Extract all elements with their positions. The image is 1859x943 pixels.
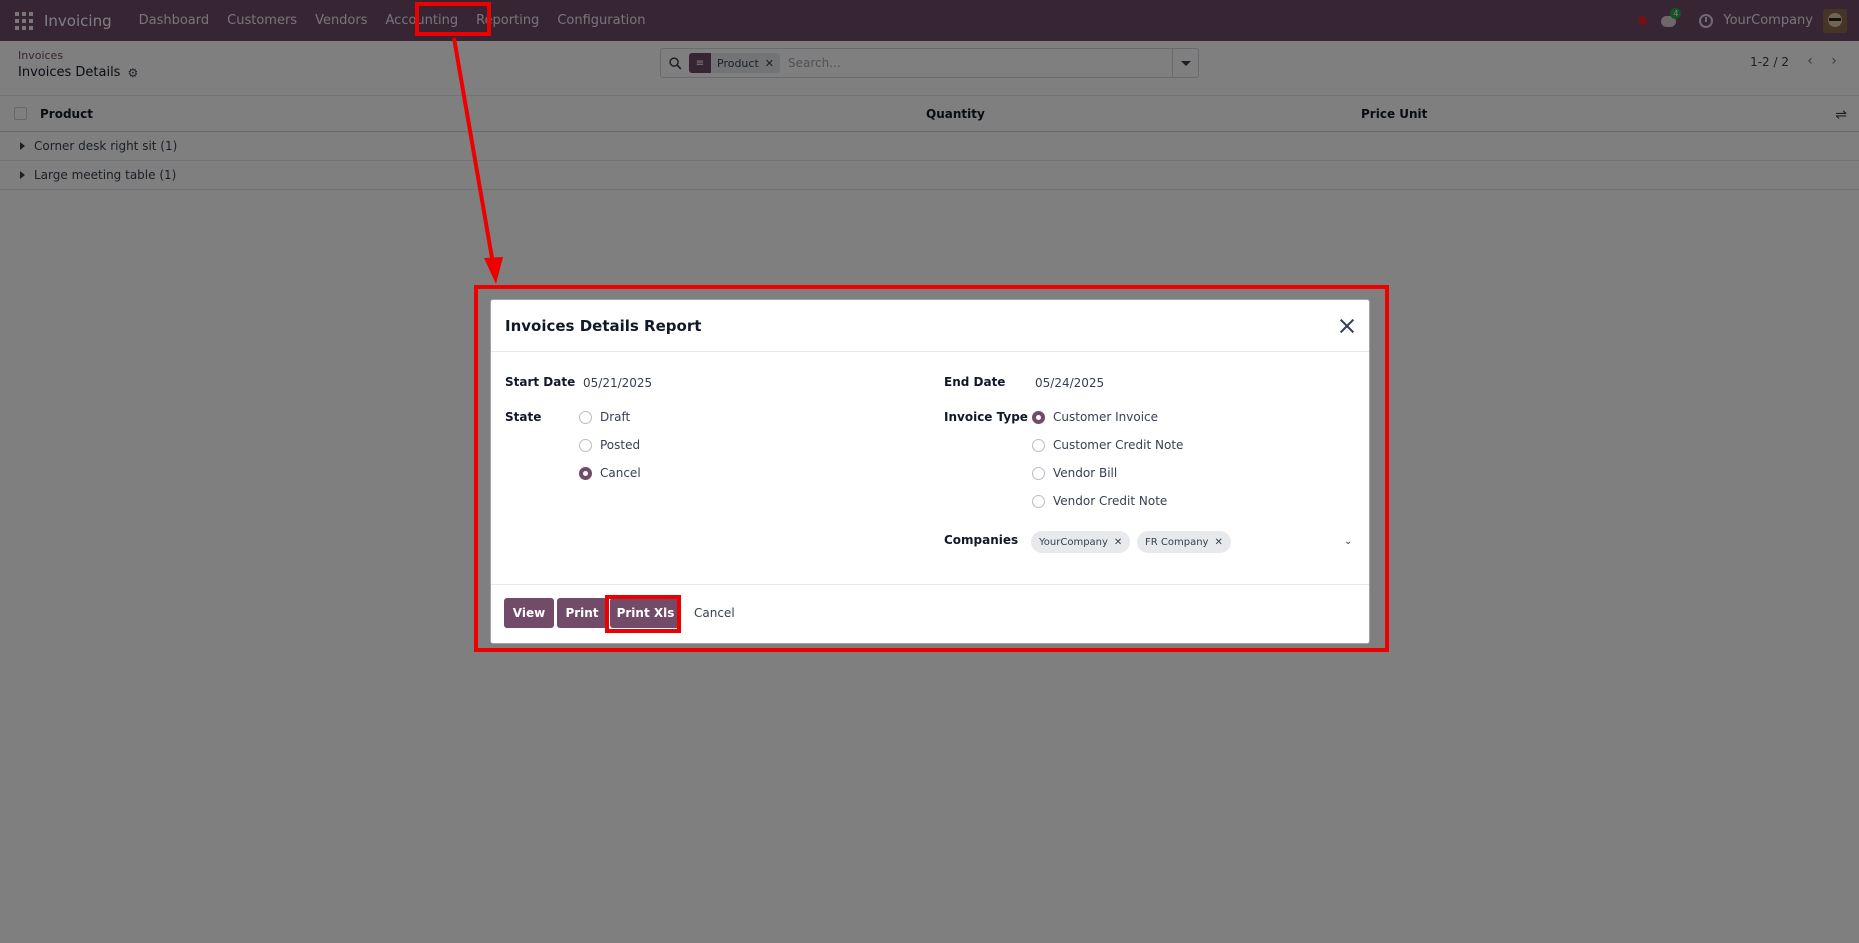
annotation-arrow-icon <box>452 37 503 284</box>
